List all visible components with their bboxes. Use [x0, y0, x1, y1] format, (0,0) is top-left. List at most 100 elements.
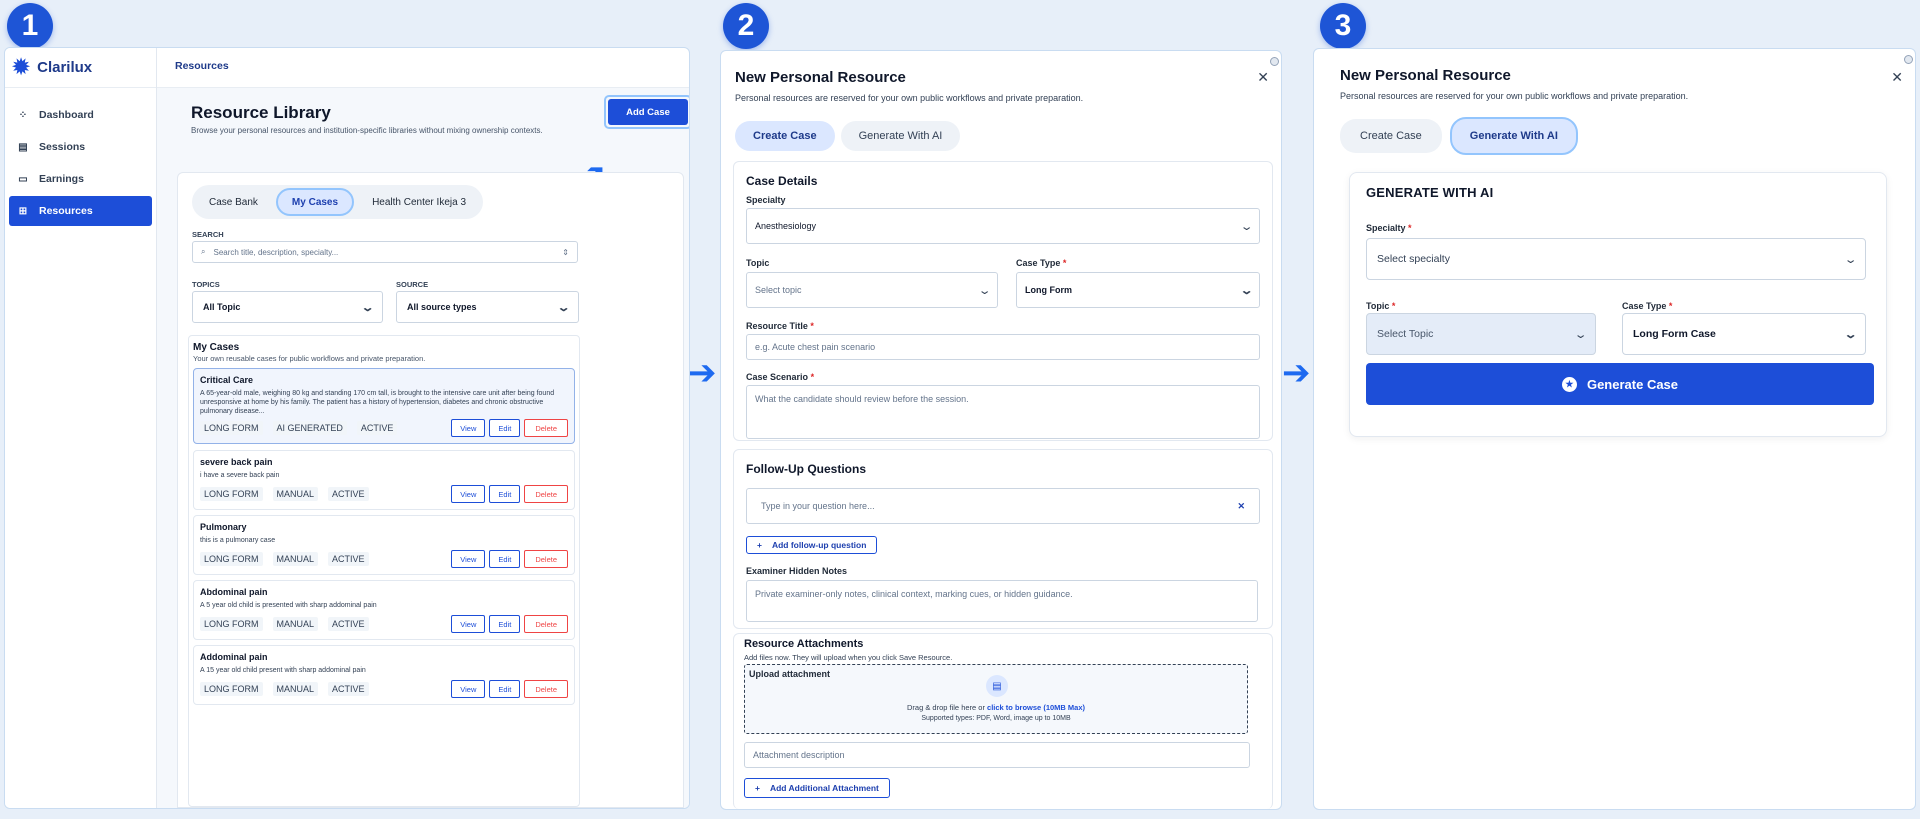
tab-create-case[interactable]: Create Case	[735, 121, 835, 151]
brand[interactable]: ✹ Clarilux	[5, 48, 156, 88]
examiner-notes-placeholder: Private examiner-only notes, clinical co…	[755, 589, 1073, 599]
case-actions: View Edit Delete	[451, 615, 568, 633]
sidebar-item-resources[interactable]: ⊞ Resources	[9, 196, 152, 226]
sidebar-item-label: Earnings	[39, 173, 84, 185]
modal-subtitle: Personal resources are reserved for your…	[735, 93, 1084, 103]
case-title: Addominal pain	[200, 652, 268, 662]
case-tags: LONG FORM MANUAL ACTIVE	[200, 487, 369, 501]
generate-case-button[interactable]: ★ Generate Case	[1366, 363, 1874, 405]
browse-link[interactable]: click to browse (10MB Max)	[987, 703, 1085, 712]
sparkle-icon: ★	[1561, 376, 1577, 392]
close-icon[interactable]: ✕	[1891, 69, 1903, 86]
topics-select[interactable]: All Topic ⌄	[192, 291, 383, 323]
sidebar-item-sessions[interactable]: ▤ Sessions	[9, 132, 152, 162]
question-input[interactable]: Type in your question here... ✕	[746, 488, 1260, 524]
page-subtitle: Browse your personal resources and insti…	[191, 126, 543, 135]
specialty-placeholder: Select specialty	[1377, 253, 1450, 265]
follow-up-section: Follow-Up Questions Type in your questio…	[733, 449, 1273, 629]
library-card: Case Bank My Cases Health Center Ikeja 3…	[177, 172, 684, 808]
upload-dropzone[interactable]: Upload attachment ▤ Drag & drop file her…	[744, 664, 1248, 734]
view-button[interactable]: View	[451, 419, 486, 437]
attachment-description-placeholder: Attachment description	[753, 750, 845, 760]
tab-case-bank[interactable]: Case Bank	[195, 188, 272, 216]
view-button[interactable]: View	[451, 485, 486, 503]
resource-title-input[interactable]: e.g. Acute chest pain scenario	[746, 334, 1260, 360]
chevron-down-icon: ⌄	[1843, 328, 1858, 341]
case-type-select[interactable]: Long Form ⌄	[1016, 272, 1260, 308]
library-tabs: Case Bank My Cases Health Center Ikeja 3	[192, 185, 484, 219]
view-button[interactable]: View	[451, 680, 486, 698]
case-card[interactable]: Critical Care A 65-year-old male, weighi…	[193, 368, 575, 444]
status-dot	[1270, 57, 1279, 66]
flow-arrow-icon: ➔	[688, 354, 717, 392]
generate-case-label: Generate Case	[1586, 376, 1679, 392]
case-title: Abdominal pain	[200, 587, 268, 597]
delete-button[interactable]: Delete	[524, 550, 568, 568]
case-type-value: Long Form	[1025, 285, 1072, 295]
wallet-icon: ▭	[18, 173, 28, 185]
section-title: Case Details	[746, 174, 818, 188]
generate-card: GENERATE WITH AI Specialty * Select spec…	[1349, 172, 1887, 437]
tab-my-cases[interactable]: My Cases	[275, 188, 355, 216]
source-badge: AI GENERATED	[272, 421, 347, 435]
add-case-button[interactable]: Add Case	[608, 99, 688, 125]
edit-button[interactable]: Edit	[489, 419, 521, 437]
add-follow-up-button[interactable]: + Add follow-up question	[746, 536, 878, 554]
tab-health-center[interactable]: Health Center Ikeja 3	[358, 188, 480, 216]
topic-select[interactable]: Select topic ⌄	[746, 272, 998, 308]
examiner-notes-label: Examiner Hidden Notes	[746, 566, 848, 576]
status-badge: ACTIVE	[356, 421, 398, 435]
sidebar-item-label: Sessions	[39, 141, 86, 153]
view-button[interactable]: View	[451, 550, 486, 568]
status-dot	[1904, 55, 1913, 64]
case-card[interactable]: Pulmonary this is a pulmonary case LONG …	[193, 515, 575, 575]
edit-button[interactable]: Edit	[489, 615, 521, 633]
case-title: Critical Care	[200, 375, 254, 385]
case-card[interactable]: Abdominal pain A 5 year old child is pre…	[193, 580, 575, 640]
calendar-icon: ▤	[18, 141, 28, 153]
chevron-down-icon: ⌄	[1239, 220, 1254, 233]
case-tags: LONG FORM MANUAL ACTIVE	[200, 682, 369, 696]
delete-button[interactable]: Delete	[524, 680, 568, 698]
specialty-select[interactable]: Anesthesiology ⌄	[746, 208, 1260, 244]
examiner-notes-textarea[interactable]: Private examiner-only notes, clinical co…	[746, 580, 1258, 622]
clarilux-logo-icon: ✹	[11, 53, 32, 81]
delete-button[interactable]: Delete	[524, 419, 568, 437]
attachment-description-input[interactable]: Attachment description	[744, 742, 1250, 768]
view-button[interactable]: View	[451, 615, 486, 633]
modal-title: New Personal Resource	[1340, 67, 1511, 84]
mode-tabs: Create Case Generate With AI	[735, 121, 961, 151]
add-attachment-button[interactable]: + Add Additional Attachment	[744, 778, 890, 798]
delete-button[interactable]: Delete	[524, 615, 568, 633]
source-select[interactable]: All source types ⌄	[396, 291, 579, 323]
delete-button[interactable]: Delete	[524, 485, 568, 503]
case-card[interactable]: severe back pain i have a severe back pa…	[193, 450, 575, 510]
modal-subtitle: Personal resources are reserved for your…	[1340, 91, 1689, 101]
status-badge: ACTIVE	[328, 552, 369, 566]
edit-button[interactable]: Edit	[489, 550, 521, 568]
tab-generate-ai[interactable]: Generate With AI	[840, 121, 961, 151]
topic-label: Topic *	[1366, 301, 1396, 311]
case-title: severe back pain	[200, 457, 273, 467]
case-card[interactable]: Addominal pain A 15 year old child prese…	[193, 645, 575, 705]
sidebar-item-earnings[interactable]: ▭ Earnings	[9, 164, 152, 194]
edit-button[interactable]: Edit	[489, 485, 521, 503]
close-icon[interactable]: ✕	[1257, 69, 1269, 86]
edit-button[interactable]: Edit	[489, 680, 521, 698]
tab-generate-ai[interactable]: Generate With AI	[1449, 117, 1578, 155]
specialty-select[interactable]: Select specialty ⌄	[1366, 238, 1866, 280]
type-badge: LONG FORM	[200, 487, 263, 501]
case-type-select[interactable]: Long Form Case ⌄	[1622, 313, 1866, 355]
specialty-label: Specialty	[746, 195, 786, 205]
tab-create-case[interactable]: Create Case	[1340, 119, 1442, 153]
remove-question-icon[interactable]: ✕	[1237, 501, 1245, 512]
breadcrumb[interactable]: Resources	[157, 48, 689, 88]
attachments-subtitle: Add files now. They will upload when you…	[744, 653, 953, 662]
search-input[interactable]: ⌕ Search title, description, specialty..…	[192, 241, 578, 263]
chevron-down-icon: ⌄	[1239, 284, 1254, 297]
case-scenario-textarea[interactable]: What the candidate should review before …	[746, 385, 1260, 439]
chevron-down-icon: ⌄	[360, 301, 375, 314]
main-content: Resource Library Browse your personal re…	[157, 88, 689, 808]
topic-select[interactable]: Select Topic ⌄	[1366, 313, 1596, 355]
sidebar-item-dashboard[interactable]: ⁘ Dashboard	[9, 100, 152, 130]
